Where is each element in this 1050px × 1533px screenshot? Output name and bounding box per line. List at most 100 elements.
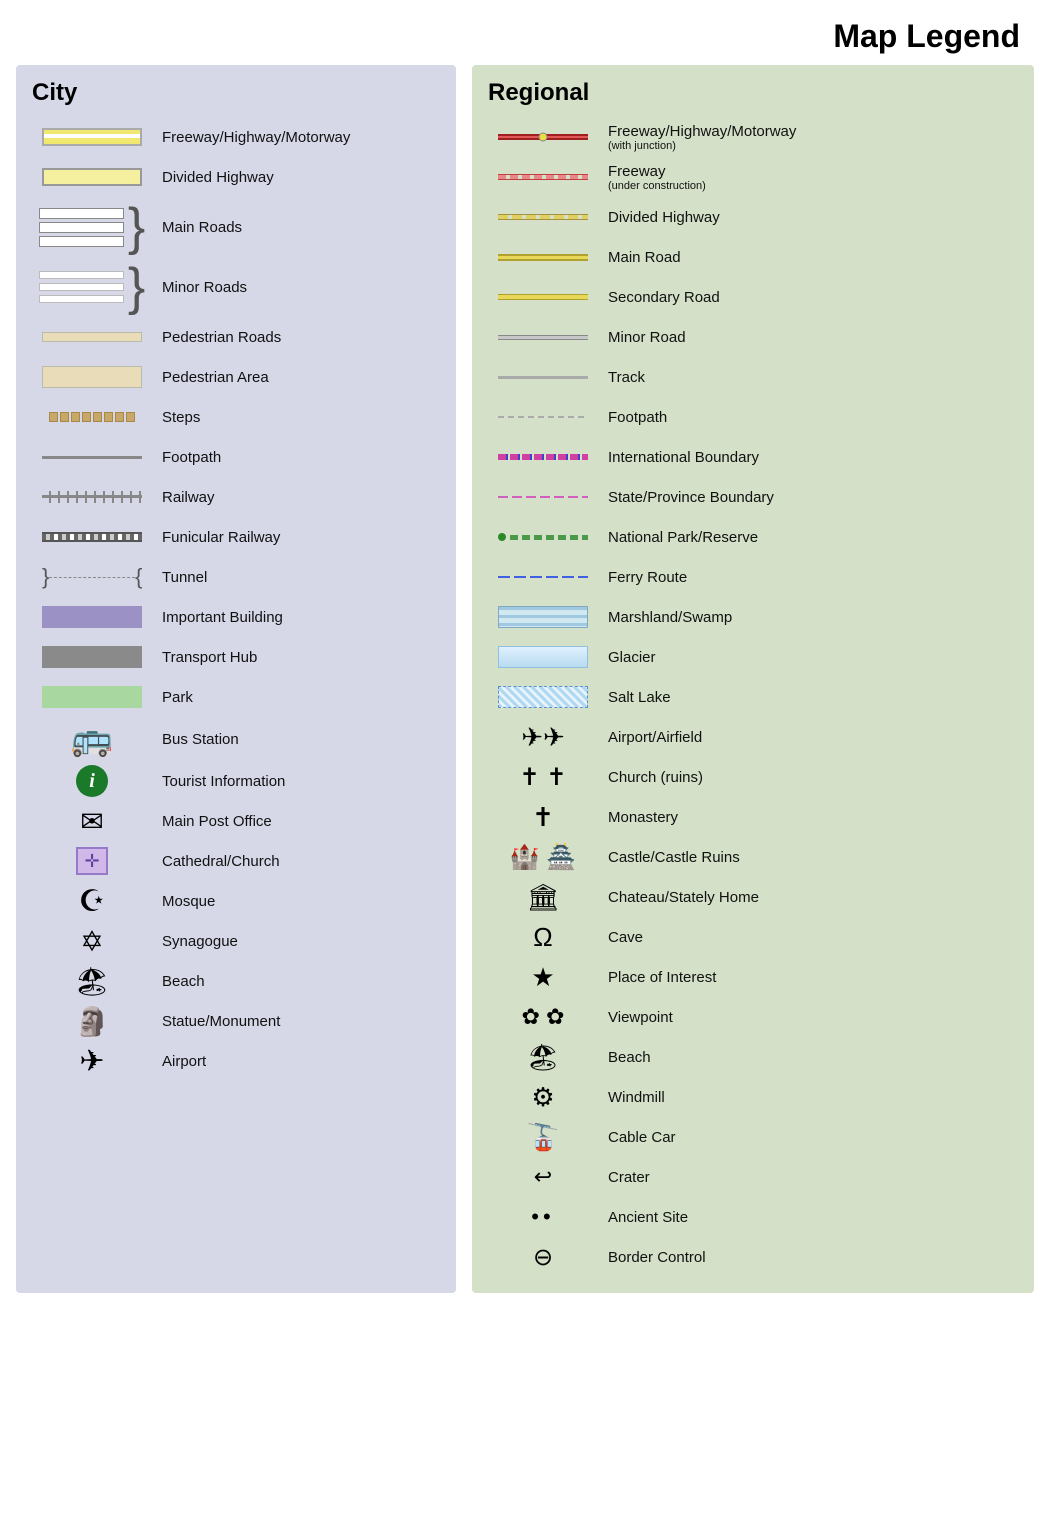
r-crater-label: Crater xyxy=(598,1169,650,1186)
list-item: Divided Highway xyxy=(32,159,440,195)
post-office-symbol: ✉ xyxy=(32,805,152,838)
synagogue-symbol: ✡ xyxy=(32,925,152,958)
minor-roads-symbol: } xyxy=(32,261,152,313)
cathedral-label: Cathedral/Church xyxy=(152,853,280,870)
footpath-symbol xyxy=(32,456,152,459)
list-item: International Boundary xyxy=(488,439,1018,475)
park-label: Park xyxy=(152,689,193,706)
regional-panel-title: Regional xyxy=(488,79,1018,107)
r-footpath-label: Footpath xyxy=(598,409,667,426)
r-monastery-label: Monastery xyxy=(598,809,678,826)
r-cave-icon: Ω xyxy=(533,922,552,953)
list-item: ☪ Mosque xyxy=(32,883,440,919)
r-chateau-symbol: 🏛 xyxy=(488,882,598,913)
list-item: 🚡 Cable Car xyxy=(488,1119,1018,1155)
list-item: } Main Roads xyxy=(32,199,440,255)
r-divided-label: Divided Highway xyxy=(598,209,720,226)
r-castle-symbol: 🏰 🏯 xyxy=(488,842,598,872)
r-viewpoint-label: Viewpoint xyxy=(598,1009,673,1026)
r-marsh-symbol xyxy=(488,602,598,632)
main-roads-symbol: } xyxy=(32,201,152,253)
list-item: Glacier xyxy=(488,639,1018,675)
r-freeway-uc-label: Freeway (under construction) xyxy=(598,163,706,192)
list-item: ✿ ✿ Viewpoint xyxy=(488,999,1018,1035)
footpath-label: Footpath xyxy=(152,449,221,466)
r-track-symbol xyxy=(488,362,598,392)
beach-city-symbol: 🏖 xyxy=(32,965,152,998)
list-item: Footpath xyxy=(32,439,440,475)
list-item: } } Tunnel xyxy=(32,559,440,595)
r-freeway-uc-symbol xyxy=(488,162,598,192)
r-ancient-icon: •• xyxy=(531,1204,554,1230)
r-state-boundary-label: State/Province Boundary xyxy=(598,489,774,506)
r-cable-car-icon: 🚡 xyxy=(527,1122,559,1153)
list-item: 🏖 Beach xyxy=(488,1039,1018,1075)
r-airport-symbol: ✈✈ xyxy=(488,722,598,753)
important-building-label: Important Building xyxy=(152,609,283,626)
r-glacier-label: Glacier xyxy=(598,649,656,666)
r-footpath-symbol xyxy=(488,402,598,432)
list-item: Transport Hub xyxy=(32,639,440,675)
r-border-symbol: ⊖ xyxy=(488,1242,598,1272)
beach-city-icon: 🏖 xyxy=(74,965,110,998)
regional-panel: Regional Freeway/Highway/Motorway (with … xyxy=(472,65,1034,1293)
r-place-label: Place of Interest xyxy=(598,969,716,986)
r-ancient-symbol: •• xyxy=(488,1202,598,1232)
r-castle-icon: 🏰 🏯 xyxy=(510,843,576,872)
pedestrian-roads-label: Pedestrian Roads xyxy=(152,329,281,346)
r-windmill-label: Windmill xyxy=(598,1089,665,1106)
airport-city-symbol: ✈ xyxy=(32,1044,152,1079)
statue-icon: 🗿 xyxy=(75,1005,110,1038)
list-item: 🏰 🏯 Castle/Castle Ruins xyxy=(488,839,1018,875)
r-salt-lake-label: Salt Lake xyxy=(598,689,671,706)
mosque-symbol: ☪ xyxy=(32,884,152,919)
list-item: Secondary Road xyxy=(488,279,1018,315)
list-item: •• Ancient Site xyxy=(488,1199,1018,1235)
r-border-icon: ⊖ xyxy=(533,1243,553,1272)
list-item: ↩ Crater xyxy=(488,1159,1018,1195)
r-divided-symbol xyxy=(488,202,598,232)
r-main-road-symbol xyxy=(488,242,598,272)
r-main-road-label: Main Road xyxy=(598,249,681,266)
freeway-symbol xyxy=(32,128,152,146)
bus-icon: 🚌 xyxy=(71,719,113,759)
list-item: ⊖ Border Control xyxy=(488,1239,1018,1275)
list-item: Minor Road xyxy=(488,319,1018,355)
list-item: State/Province Boundary xyxy=(488,479,1018,515)
r-marsh-label: Marshland/Swamp xyxy=(598,609,732,626)
r-track-label: Track xyxy=(598,369,645,386)
list-item: National Park/Reserve xyxy=(488,519,1018,555)
airport-city-icon: ✈ xyxy=(79,1044,104,1079)
list-item: Main Road xyxy=(488,239,1018,275)
pedestrian-roads-symbol xyxy=(32,332,152,342)
list-item: ✈✈ Airport/Airfield xyxy=(488,719,1018,755)
list-item: Freeway/Highway/Motorway (with junction) xyxy=(488,119,1018,155)
r-salt-lake-symbol xyxy=(488,682,598,712)
list-item: i Tourist Information xyxy=(32,763,440,799)
r-nat-park-symbol xyxy=(488,522,598,552)
post-office-label: Main Post Office xyxy=(152,813,272,830)
mosque-icon: ☪ xyxy=(79,884,106,919)
park-symbol xyxy=(32,686,152,708)
r-minor-road-label: Minor Road xyxy=(598,329,686,346)
r-church-symbol: ✝ ✝ xyxy=(488,762,598,792)
railway-symbol xyxy=(32,491,152,503)
funicular-label: Funicular Railway xyxy=(152,529,280,546)
list-item: Park xyxy=(32,679,440,715)
divided-hwy-symbol xyxy=(32,168,152,186)
r-church-icon: ✝ ✝ xyxy=(520,763,567,792)
r-monastery-symbol: ✝ xyxy=(488,802,598,833)
r-glacier-symbol xyxy=(488,642,598,672)
list-item: 🏛 Chateau/Stately Home xyxy=(488,879,1018,915)
r-cable-car-label: Cable Car xyxy=(598,1129,676,1146)
r-secondary-road-label: Secondary Road xyxy=(598,289,720,306)
list-item: Track xyxy=(488,359,1018,395)
airport-city-label: Airport xyxy=(152,1053,206,1070)
list-item: Freeway/Highway/Motorway xyxy=(32,119,440,155)
list-item: ✝ Monastery xyxy=(488,799,1018,835)
r-crater-icon: ↩ xyxy=(534,1164,552,1190)
list-item: ✛ Cathedral/Church xyxy=(32,843,440,879)
r-windmill-icon: ⚙ xyxy=(531,1082,554,1113)
r-secondary-road-symbol xyxy=(488,282,598,312)
list-item: ⚙ Windmill xyxy=(488,1079,1018,1115)
